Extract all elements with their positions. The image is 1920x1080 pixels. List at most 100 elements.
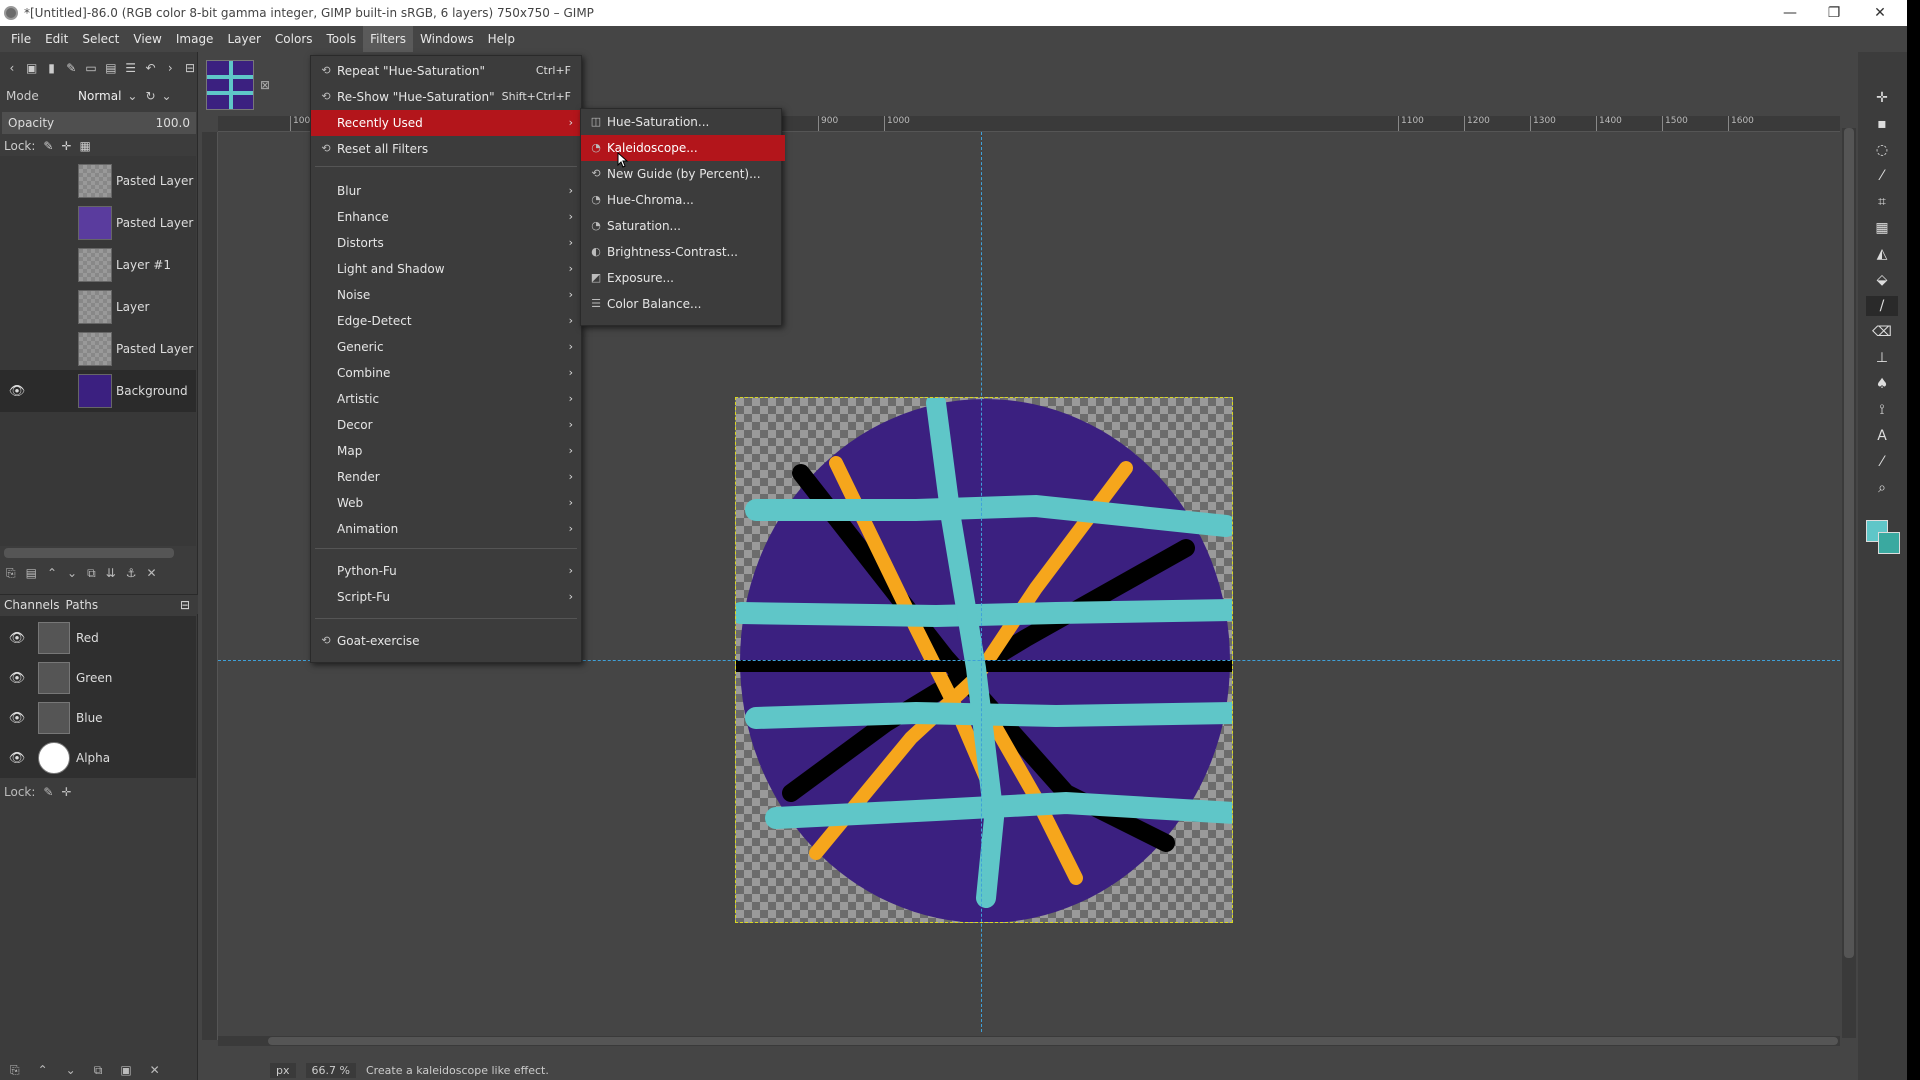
delete-layer-icon[interactable]: ✕: [146, 566, 156, 580]
channel-to-selection-icon[interactable]: ▣: [120, 1063, 131, 1077]
text-tool-icon[interactable]: A: [1872, 426, 1892, 446]
menu-select[interactable]: Select: [75, 26, 126, 52]
lock-position-icon[interactable]: ✛: [61, 139, 71, 153]
layer-row-selected[interactable]: 👁 Background: [0, 370, 196, 412]
new-layer-icon[interactable]: ⎘: [6, 566, 16, 581]
menu-item-decor[interactable]: Decor ›: [311, 412, 581, 438]
menu-item-combine[interactable]: Combine ›: [311, 360, 581, 386]
eye-icon[interactable]: 👁: [0, 384, 34, 399]
merge-layer-icon[interactable]: ⇊: [106, 566, 116, 580]
menu-item-artistic[interactable]: Artistic ›: [311, 386, 581, 412]
brush-icon[interactable]: ▮: [44, 60, 60, 76]
zoom-select[interactable]: 66.7 %: [305, 1062, 356, 1078]
smudge-icon[interactable]: ♠: [1872, 374, 1892, 394]
menu-tools[interactable]: Tools: [320, 26, 364, 52]
menu-view[interactable]: View: [126, 26, 168, 52]
eye-icon[interactable]: 👁: [0, 751, 34, 766]
eye-icon[interactable]: 👁: [0, 671, 34, 686]
pencil-icon[interactable]: ✎: [63, 60, 79, 76]
dock-menu-icon[interactable]: ⊟: [182, 60, 198, 76]
menu-image[interactable]: Image: [169, 26, 221, 52]
channel-row[interactable]: 👁 Alpha: [0, 738, 196, 778]
layer-row[interactable]: Pasted Layer: [0, 328, 196, 370]
lower-channel-icon[interactable]: ⌄: [66, 1063, 76, 1077]
lock-position-icon[interactable]: ✛: [61, 785, 71, 799]
background-color-swatch[interactable]: [1878, 532, 1900, 554]
menu-filters[interactable]: Filters: [363, 26, 414, 52]
chevron-right-icon[interactable]: ›: [162, 60, 178, 76]
opacity-slider[interactable]: Opacity 100.0: [2, 112, 196, 134]
crop-icon[interactable]: ⌗: [1872, 192, 1892, 212]
layer-row[interactable]: Pasted Layer: [0, 160, 196, 202]
menu-layer[interactable]: Layer: [220, 26, 267, 52]
lower-layer-icon[interactable]: ⌄: [67, 566, 77, 580]
lock-pixels-icon[interactable]: ✎: [43, 785, 53, 799]
lasso-icon[interactable]: ◌: [1872, 140, 1892, 160]
layer-row[interactable]: Layer: [0, 286, 196, 328]
unit-select[interactable]: px: [270, 1062, 296, 1078]
raise-layer-icon[interactable]: ⌃: [47, 566, 57, 580]
mode-select[interactable]: Normal: [78, 89, 121, 103]
minimize-button[interactable]: —: [1768, 0, 1812, 26]
horizontal-scrollbar[interactable]: [218, 1036, 1840, 1046]
channel-row[interactable]: 👁 Green: [0, 658, 196, 698]
lock-alpha-icon[interactable]: ▦: [80, 139, 91, 153]
anchor-layer-icon[interactable]: ⚓: [126, 566, 137, 580]
menu-edit[interactable]: Edit: [38, 26, 75, 52]
eye-icon[interactable]: 👁: [0, 631, 34, 646]
duplicate-layer-icon[interactable]: ⧉: [87, 566, 96, 581]
menu-item-edge-detect[interactable]: Edge-Detect ›: [311, 308, 581, 334]
menu-colors[interactable]: Colors: [268, 26, 320, 52]
eye-icon[interactable]: 👁: [0, 711, 34, 726]
dock-menu-icon[interactable]: ⊟: [180, 598, 190, 612]
close-icon[interactable]: ⊠: [260, 78, 270, 92]
menu-item-new-guide[interactable]: ⟲ New Guide (by Percent)...: [581, 161, 781, 187]
channel-row[interactable]: 👁 Red: [0, 618, 196, 658]
menu-item-color-balance[interactable]: ☰ Color Balance...: [581, 291, 781, 317]
fuzzy-select-icon[interactable]: ⁄: [1872, 166, 1892, 186]
gradient-icon[interactable]: ▤: [103, 60, 119, 76]
menu-item-repeat[interactable]: ⟲ Repeat "Hue-Saturation" Ctrl+F: [311, 58, 581, 84]
clone-icon[interactable]: ⊥: [1872, 348, 1892, 368]
menu-item-render[interactable]: Render ›: [311, 464, 581, 490]
vertical-guide[interactable]: [981, 132, 982, 1032]
menu-item-brightness-contrast[interactable]: ◐ Brightness-Contrast...: [581, 239, 781, 265]
new-channel-icon[interactable]: ⎘: [10, 1063, 20, 1078]
bucket-fill-icon[interactable]: ⬙: [1872, 270, 1892, 290]
menu-file[interactable]: File: [4, 26, 38, 52]
transform-icon[interactable]: ▦: [1872, 218, 1892, 238]
menu-item-reshow[interactable]: ⟲ Re-Show "Hue-Saturation" Shift+Ctrl+F: [311, 84, 581, 110]
layer-row[interactable]: Pasted Layer: [0, 202, 196, 244]
menu-help[interactable]: Help: [481, 26, 522, 52]
zoom-icon[interactable]: ⌕: [1872, 478, 1892, 498]
menu-item-recently-used[interactable]: Recently Used ›: [311, 110, 581, 136]
paths-icon[interactable]: ⟟: [1872, 400, 1892, 420]
close-button[interactable]: ✕: [1858, 0, 1902, 26]
menu-item-web[interactable]: Web ›: [311, 490, 581, 516]
tab-channels[interactable]: Channels: [4, 598, 60, 612]
menu-item-kaleidoscope[interactable]: ◔ Kaleidoscope...: [581, 135, 785, 161]
layer-row[interactable]: Layer #1: [0, 244, 196, 286]
menu-item-hue-saturation[interactable]: ◫ Hue-Saturation...: [581, 109, 781, 135]
opacity-value[interactable]: 100.0: [156, 116, 190, 130]
new-layer-group-icon[interactable]: ▤: [26, 566, 37, 580]
menu-item-distorts[interactable]: Distorts ›: [311, 230, 581, 256]
eraser-icon[interactable]: ⌫: [1872, 322, 1892, 342]
menu-item-animation[interactable]: Animation ›: [311, 516, 581, 542]
font-icon[interactable]: ☰: [123, 60, 139, 76]
chevron-left-icon[interactable]: ‹: [4, 60, 20, 76]
menu-item-map[interactable]: Map ›: [311, 438, 581, 464]
channel-row[interactable]: 👁 Blue: [0, 698, 196, 738]
menu-item-saturation[interactable]: ◔ Saturation...: [581, 213, 781, 239]
layers-scrollbar[interactable]: [4, 548, 174, 558]
move-tool-icon[interactable]: ✛: [1872, 88, 1892, 108]
menu-item-generic[interactable]: Generic ›: [311, 334, 581, 360]
menu-item-reset-filters[interactable]: ⟲ Reset all Filters: [311, 136, 581, 162]
image-tab-thumbnail[interactable]: [206, 60, 254, 110]
chevron-down-icon[interactable]: ⌄: [127, 89, 137, 103]
pattern-icon[interactable]: ▭: [83, 60, 99, 76]
vertical-scrollbar[interactable]: [1842, 128, 1856, 1038]
menu-item-blur[interactable]: Blur ›: [311, 178, 581, 204]
menu-item-hue-chroma[interactable]: ◔ Hue-Chroma...: [581, 187, 781, 213]
raise-channel-icon[interactable]: ⌃: [38, 1063, 48, 1077]
